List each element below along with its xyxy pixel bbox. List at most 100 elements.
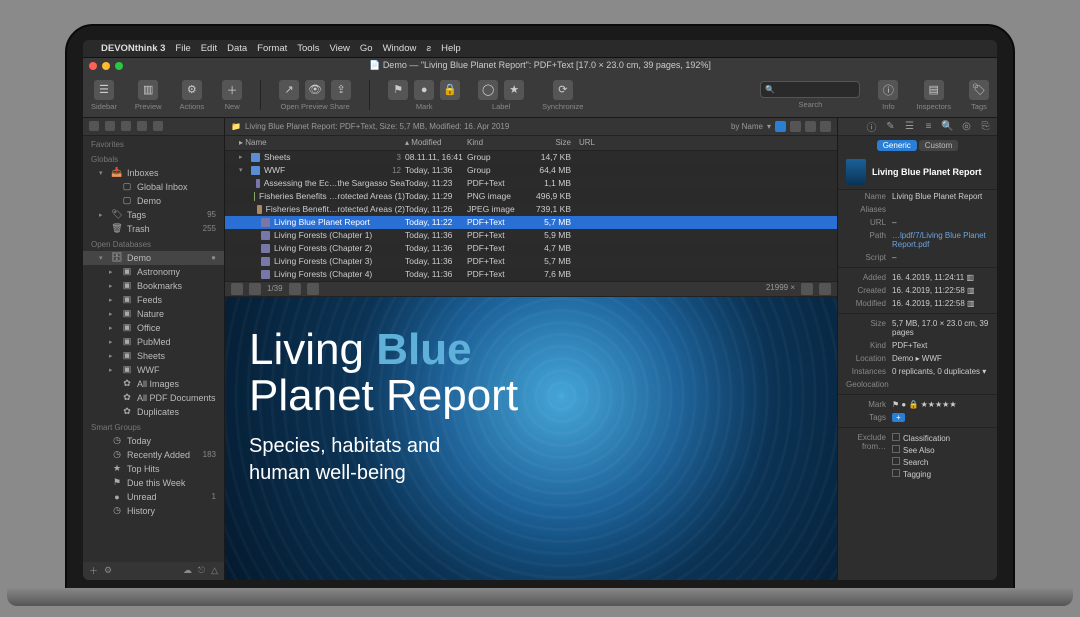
sidebar-item[interactable]: ▸▣Nature	[83, 307, 224, 321]
preview-toggle-icon[interactable]: ▥	[138, 80, 158, 100]
inspector-mark[interactable]: ⚑ ● 🔒 ★★★★★	[892, 400, 989, 409]
unread-icon[interactable]: ●	[414, 80, 434, 100]
sidebar-item[interactable]: ▸🏷Tags95	[83, 208, 224, 222]
sidebar-item[interactable]: ▸▣Astronomy	[83, 265, 224, 279]
insp-toc-icon[interactable]: ☰	[904, 121, 915, 132]
lock-icon[interactable]: 🔒	[440, 80, 460, 100]
preview-icon[interactable]: 👁	[305, 80, 325, 100]
col-url[interactable]: URL	[579, 138, 837, 147]
star-icon[interactable]: ★	[504, 80, 524, 100]
view-list-icon[interactable]	[790, 121, 801, 132]
table-row[interactable]: Living Forests (Chapter 4)Today, 11:36PD…	[225, 268, 837, 281]
minimize-button[interactable]	[102, 62, 110, 70]
sidebar-item[interactable]: ▸▣Feeds	[83, 293, 224, 307]
new-icon[interactable]: ＋	[222, 80, 242, 100]
sb-mode-4-icon[interactable]	[137, 121, 147, 131]
cloud-icon[interactable]: ☁	[183, 565, 192, 576]
sidebar-item[interactable]: ▸▣WWF	[83, 363, 224, 377]
label-icon[interactable]: ◯	[478, 80, 498, 100]
menu-go[interactable]: Go	[360, 43, 373, 54]
inspector-field[interactable]: –	[892, 218, 989, 227]
sidebar-item[interactable]: ▸▣Sheets	[83, 349, 224, 363]
lock-icon[interactable]: △	[211, 565, 218, 576]
sb-mode-2-icon[interactable]	[105, 121, 115, 131]
insp-see-icon[interactable]: ◎	[961, 121, 972, 132]
pv-highlight-icon[interactable]	[307, 283, 319, 295]
calendar-icon[interactable]: ▥	[967, 299, 975, 308]
search-input[interactable]: 🔍	[760, 81, 860, 98]
exclude-checkbox[interactable]: Classification	[892, 433, 989, 443]
info-icon[interactable]: ⓘ	[878, 80, 898, 100]
share-icon[interactable]: ⇪	[331, 80, 351, 100]
inspectors-icon[interactable]: ▤	[924, 80, 944, 100]
table-row[interactable]: Fisheries Benefits …rotected Areas (1)To…	[225, 190, 837, 203]
table-row[interactable]: Living Blue Planet ReportToday, 11:22PDF…	[225, 216, 837, 229]
insp-search-icon[interactable]: 🔍	[942, 121, 953, 132]
add-icon[interactable]: ＋	[89, 564, 98, 577]
calendar-icon[interactable]: ▥	[966, 273, 974, 282]
inspector-field[interactable]: Living Blue Planet Report	[892, 192, 989, 201]
sidebar-item[interactable]: ▸▣Office	[83, 321, 224, 335]
menu-window[interactable]: Window	[383, 43, 417, 54]
tag-add-button[interactable]: +	[892, 413, 905, 422]
view-cover-icon[interactable]	[820, 121, 831, 132]
open-icon[interactable]: ↗	[279, 80, 299, 100]
menu-script-icon[interactable]: ƨ	[426, 43, 431, 54]
view-columns-icon[interactable]	[805, 121, 816, 132]
sidebar-item[interactable]: ●Unread1	[83, 490, 224, 504]
document-preview[interactable]: Living Blue Planet Report Species, habit…	[225, 297, 837, 580]
col-size[interactable]: Size	[529, 138, 579, 147]
sort-menu[interactable]: by Name	[731, 122, 763, 131]
sidebar-item[interactable]: ▢Global Inbox	[83, 180, 224, 194]
sidebar-item[interactable]: 🗑Trash255	[83, 222, 224, 236]
menu-help[interactable]: Help	[441, 43, 461, 54]
sb-mode-1-icon[interactable]	[89, 121, 99, 131]
menu-tools[interactable]: Tools	[297, 43, 319, 54]
table-row[interactable]: ▾WWF12Today, 11:36Group64,4 MB	[225, 164, 837, 177]
inspector-field[interactable]: …lpdf/7/Living Blue Planet Report.pdf	[892, 231, 989, 249]
table-row[interactable]: Living Forests (Chapter 2)Today, 11:36PD…	[225, 242, 837, 255]
insp-annot-icon[interactable]: ✎	[885, 121, 896, 132]
pv-crop-icon[interactable]	[289, 283, 301, 295]
exclude-checkbox[interactable]: See Also	[892, 445, 989, 455]
sidebar-item[interactable]: ▸▣PubMed	[83, 335, 224, 349]
sidebar-item[interactable]: ✿Duplicates	[83, 405, 224, 419]
sb-mode-3-icon[interactable]	[121, 121, 131, 131]
sidebar-item[interactable]: ◷Today	[83, 434, 224, 448]
inspector-prop[interactable]: 0 replicants, 0 duplicates ▾	[892, 367, 989, 376]
menu-format[interactable]: Format	[257, 43, 287, 54]
col-modified[interactable]: Modified	[411, 138, 441, 147]
pv-zoomin-icon[interactable]	[819, 283, 831, 295]
sidebar-item[interactable]: ✿All PDF Documents	[83, 391, 224, 405]
gear-icon[interactable]: ⚙	[104, 565, 112, 576]
sidebar-toggle-icon[interactable]: ☰	[94, 80, 114, 100]
table-row[interactable]: Living Forests (Chapter 3)Today, 11:36PD…	[225, 255, 837, 268]
exclude-checkbox[interactable]: Tagging	[892, 469, 989, 479]
zoom-button[interactable]	[115, 62, 123, 70]
actions-icon[interactable]: ⚙	[182, 80, 202, 100]
close-button[interactable]	[89, 62, 97, 70]
col-name[interactable]: Name	[245, 138, 266, 147]
calendar-icon[interactable]: ▥	[967, 286, 975, 295]
tags-icon[interactable]: 🏷	[969, 80, 989, 100]
sidebar-item[interactable]: ★Top Hits	[83, 462, 224, 476]
sidebar-item[interactable]: ▢Demo	[83, 194, 224, 208]
sidebar-item[interactable]: ◷History	[83, 504, 224, 518]
sb-mode-5-icon[interactable]	[153, 121, 163, 131]
link-icon[interactable]: ⎋	[198, 565, 205, 576]
menu-file[interactable]: File	[175, 43, 190, 54]
menu-view[interactable]: View	[329, 43, 349, 54]
inspector-tab-generic[interactable]: Generic	[877, 140, 917, 151]
menu-edit[interactable]: Edit	[201, 43, 217, 54]
insp-info-icon[interactable]: ⓘ	[866, 121, 877, 132]
path-crumb-icon[interactable]: 📁	[231, 122, 241, 131]
sidebar-item[interactable]: ✿All Images	[83, 377, 224, 391]
insp-concord-icon[interactable]: ≡	[923, 121, 934, 132]
sync-icon[interactable]: ⟳	[553, 80, 573, 100]
sidebar-item[interactable]: ◷Recently Added183	[83, 448, 224, 462]
insp-link-icon[interactable]: ⎘	[980, 121, 991, 132]
inspector-tab-custom[interactable]: Custom	[919, 140, 959, 151]
view-icons-icon[interactable]	[775, 121, 786, 132]
pv-zoomout-icon[interactable]	[801, 283, 813, 295]
table-row[interactable]: Living Forests (Chapter 1)Today, 11:36PD…	[225, 229, 837, 242]
